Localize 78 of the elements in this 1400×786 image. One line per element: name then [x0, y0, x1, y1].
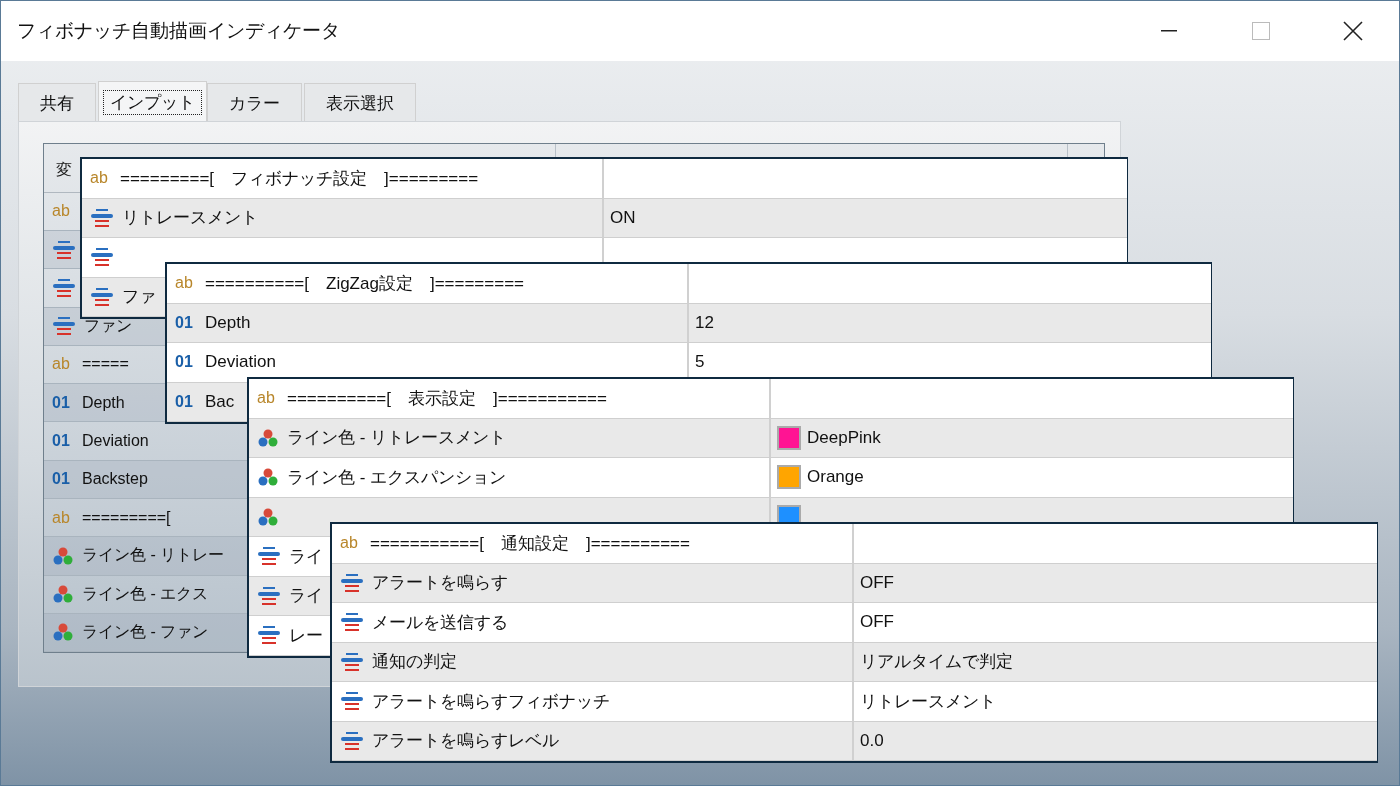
- parameter-name: アラートを鳴らすフィボナッチ: [372, 690, 610, 713]
- string-type-label: ab: [340, 534, 359, 553]
- color-circles-icon: [257, 467, 279, 488]
- parameter-name: メールを送信する: [372, 611, 508, 634]
- parameter-value[interactable]: Orange: [807, 467, 864, 488]
- list-icon: [257, 585, 281, 606]
- parameter-name: アラートを鳴らすレベル: [372, 730, 559, 753]
- string-type-label: ab: [52, 202, 71, 221]
- color-circles-icon: [52, 545, 74, 566]
- list-icon: [340, 691, 364, 712]
- list-icon: [340, 730, 364, 751]
- window-title: フィボナッチ自動描画インディケータ: [17, 19, 341, 43]
- parameter-name: ライ: [289, 545, 323, 568]
- parameter-name: リトレースメント: [122, 207, 258, 230]
- parameter-name: レー: [289, 624, 323, 647]
- parameter-value[interactable]: 5: [695, 352, 705, 373]
- list-icon: [90, 207, 114, 228]
- color-circles-icon: [257, 427, 279, 448]
- parameter-value[interactable]: DeepPink: [807, 427, 881, 448]
- parameter-name: ライ: [289, 585, 323, 608]
- string-type-label: ab: [175, 274, 194, 293]
- parameter-name: ファ: [122, 286, 156, 309]
- parameter-name: ファン: [84, 315, 132, 336]
- string-type-label: ab: [52, 508, 71, 527]
- parameter-value[interactable]: ON: [610, 207, 636, 228]
- list-icon: [257, 625, 281, 646]
- parameter-name: ライン色 - ファン: [82, 621, 209, 642]
- parameter-value[interactable]: 0.0: [860, 730, 884, 751]
- color-circles-icon: [52, 584, 74, 605]
- parameter-name: ライン色 - リトレー: [82, 545, 225, 566]
- list-icon: [257, 546, 281, 567]
- list-icon: [90, 247, 114, 268]
- parameter-name: ===========[ 通知設定 ]==========: [370, 532, 690, 555]
- list-icon: [340, 651, 364, 672]
- parameter-name: Depth: [205, 312, 251, 333]
- parameter-name: Deviation: [82, 432, 149, 451]
- parameter-name: ライン色 - エクスパンション: [287, 466, 507, 489]
- list-icon: [52, 316, 76, 337]
- list-icon: [340, 572, 364, 593]
- parameter-value[interactable]: リトレースメント: [860, 689, 996, 713]
- close-icon[interactable]: [1343, 21, 1363, 41]
- tab[interactable]: 共有: [18, 83, 96, 121]
- minimize-icon[interactable]: [1161, 30, 1177, 32]
- parameter-value[interactable]: 12: [695, 312, 714, 333]
- list-icon: [52, 239, 76, 260]
- integer-type-label: 01: [175, 392, 194, 411]
- parameter-name: =====: [82, 355, 129, 374]
- parameter-name: ==========[ ZigZag設定 ]=========: [205, 272, 524, 295]
- parameter-value[interactable]: OFF: [860, 572, 894, 593]
- parameter-value[interactable]: OFF: [860, 612, 894, 633]
- integer-type-label: 01: [52, 393, 71, 412]
- list-icon: [90, 286, 114, 307]
- parameter-name: アラートを鳴らす: [372, 572, 508, 595]
- parameter-name: Backstep: [82, 470, 148, 489]
- parameter-name: Depth: [82, 393, 125, 412]
- string-type-label: ab: [257, 389, 276, 408]
- parameter-name: ライン色 - エクス: [82, 583, 209, 604]
- tab[interactable]: 表示選択: [304, 83, 416, 121]
- parameter-name: ライン色 - リトレースメント: [287, 427, 507, 450]
- integer-type-label: 01: [175, 313, 194, 332]
- parameter-name: Bac: [205, 391, 235, 412]
- parameter-name: Deviation: [205, 352, 276, 373]
- tab[interactable]: カラー: [207, 83, 302, 121]
- integer-type-label: 01: [52, 470, 71, 489]
- list-icon: [52, 277, 76, 298]
- parameter-name: ==========[ 表示設定 ]===========: [287, 387, 607, 410]
- parameter-name: 通知の判定: [372, 651, 457, 674]
- tab[interactable]: インプット: [98, 81, 207, 121]
- parameter-name: =========[ フィボナッチ設定 ]=========: [120, 167, 479, 190]
- string-type-label: ab: [52, 355, 71, 374]
- integer-type-label: 01: [175, 353, 194, 372]
- parameter-value[interactable]: リアルタイムで判定: [860, 650, 1013, 674]
- list-icon: [340, 612, 364, 633]
- color-circles-icon: [52, 622, 74, 643]
- color-circles-icon: [257, 506, 279, 527]
- parameter-name: =========[: [82, 508, 171, 527]
- string-type-label: ab: [90, 169, 109, 188]
- integer-type-label: 01: [52, 432, 71, 451]
